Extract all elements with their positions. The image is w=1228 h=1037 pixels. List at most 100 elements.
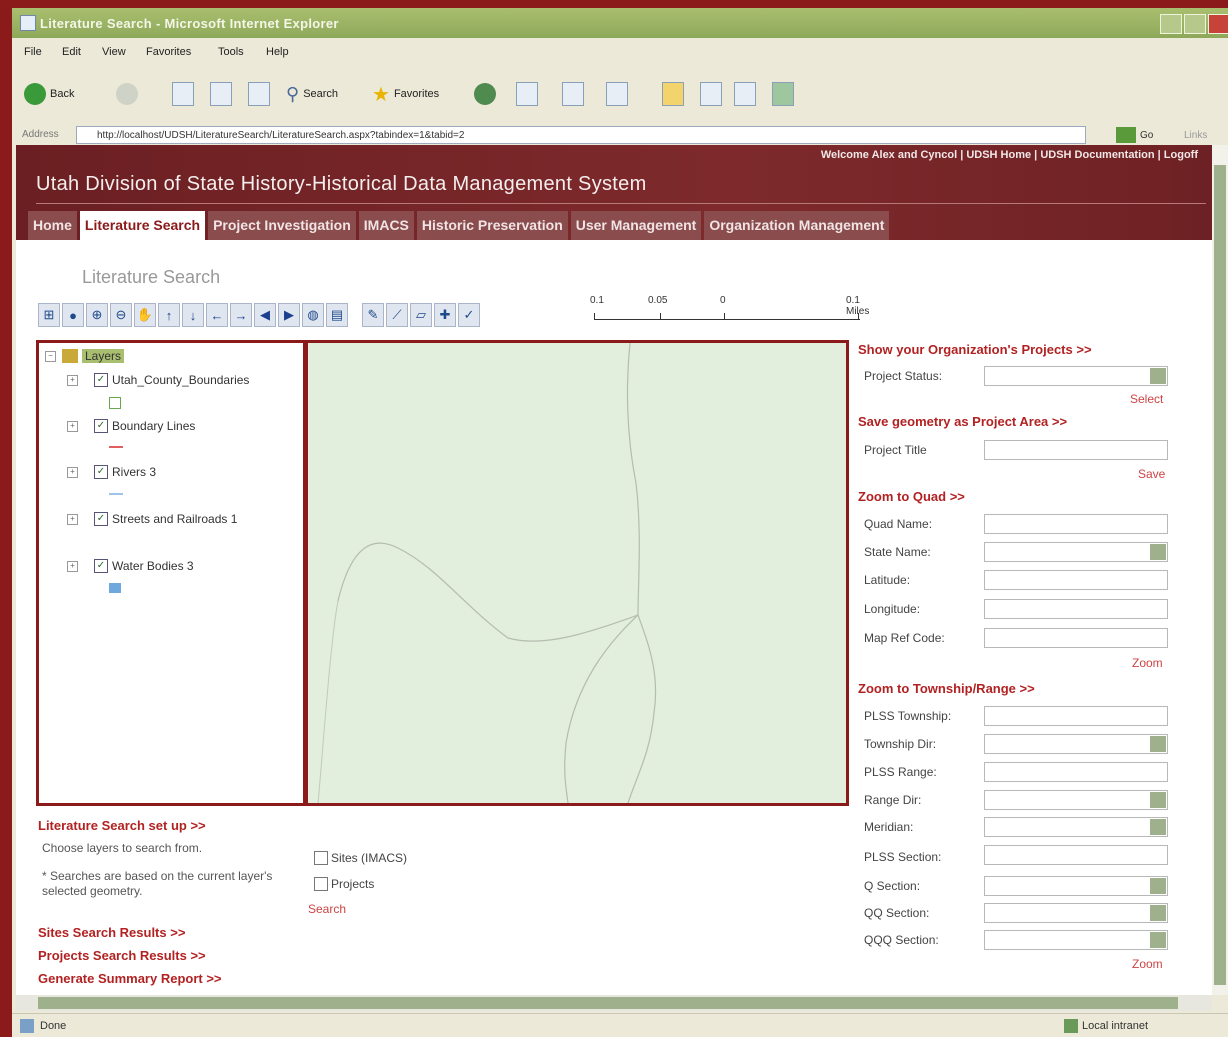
project-status-select[interactable]: [984, 366, 1168, 386]
zoom-in-icon[interactable]: ⊕: [86, 303, 108, 327]
select-link[interactable]: Select: [1130, 392, 1163, 406]
expand-icon[interactable]: +: [67, 374, 78, 386]
layer-item[interactable]: + ✓ Water Bodies 3: [67, 559, 194, 573]
zoom-township-link[interactable]: Zoom: [1132, 957, 1163, 971]
edit-button[interactable]: [606, 82, 628, 106]
pan-east-icon[interactable]: →: [230, 303, 252, 327]
layer-checkbox[interactable]: ✓: [94, 419, 108, 433]
next-extent-icon[interactable]: ▶: [278, 303, 300, 327]
previous-extent-icon[interactable]: ◀: [254, 303, 276, 327]
plss-section-input[interactable]: [984, 845, 1168, 865]
page-button[interactable]: [700, 82, 722, 106]
collapse-icon[interactable]: −: [45, 350, 56, 362]
close-button[interactable]: [1208, 14, 1228, 34]
search-link[interactable]: Search: [308, 902, 346, 916]
scroll-thumb[interactable]: [38, 997, 1178, 1009]
select-polygon-icon[interactable]: ▱: [410, 303, 432, 327]
select-point-icon[interactable]: ✎: [362, 303, 384, 327]
folder-button[interactable]: [662, 82, 684, 106]
menu-help[interactable]: Help: [266, 46, 289, 58]
go-button[interactable]: Go: [1140, 130, 1153, 141]
history-button[interactable]: [474, 82, 496, 106]
menu-view[interactable]: View: [102, 46, 126, 58]
map-ref-input[interactable]: [984, 628, 1168, 648]
select-feature-icon[interactable]: ✚: [434, 303, 456, 327]
township-dir-select[interactable]: [984, 734, 1168, 754]
sites-results-link[interactable]: Sites Search Results >>: [38, 925, 185, 940]
layer-checkbox[interactable]: ✓: [94, 512, 108, 526]
save-geometry-heading[interactable]: Save geometry as Project Area >>: [858, 414, 1067, 429]
full-extent-icon[interactable]: ⊞: [38, 303, 60, 327]
identify-icon[interactable]: ●: [62, 303, 84, 327]
menu-file[interactable]: File: [24, 46, 42, 58]
links-button[interactable]: Links: [1184, 130, 1207, 141]
refresh-button[interactable]: [210, 82, 232, 106]
layer-checkbox[interactable]: ✓: [94, 465, 108, 479]
measure-icon[interactable]: ▤: [326, 303, 348, 327]
tab-user-management[interactable]: User Management: [570, 211, 702, 240]
plss-township-input[interactable]: [984, 706, 1168, 726]
projects-results-link[interactable]: Projects Search Results >>: [38, 948, 206, 963]
minimize-button[interactable]: [1160, 14, 1182, 34]
sites-option[interactable]: Sites (IMACS): [314, 851, 407, 865]
expand-icon[interactable]: +: [67, 513, 78, 525]
quad-name-input[interactable]: [984, 514, 1168, 534]
favorites-button[interactable]: ★ Favorites: [372, 82, 439, 106]
zoom-out-icon[interactable]: ⊖: [110, 303, 132, 327]
home-button[interactable]: [248, 82, 270, 106]
layer-item[interactable]: + ✓ Streets and Railroads 1: [67, 512, 237, 526]
layer-checkbox[interactable]: ✓: [94, 559, 108, 573]
qqq-section-select[interactable]: [984, 930, 1168, 950]
search-button[interactable]: ⚲ Search: [286, 82, 338, 106]
select-line-icon[interactable]: ⟋: [386, 303, 408, 327]
scroll-thumb[interactable]: [1214, 165, 1226, 985]
go-icon[interactable]: [1116, 127, 1136, 143]
back-button[interactable]: Back: [24, 82, 74, 106]
pan-icon[interactable]: ✋: [134, 303, 156, 327]
projects-option[interactable]: Projects: [314, 877, 374, 891]
zoom-township-heading[interactable]: Zoom to Township/Range >>: [858, 681, 1035, 696]
pan-north-icon[interactable]: ↑: [158, 303, 180, 327]
layer-checkbox[interactable]: ✓: [94, 373, 108, 387]
expand-icon[interactable]: +: [67, 466, 78, 478]
tab-home[interactable]: Home: [28, 211, 77, 240]
range-dir-select[interactable]: [984, 790, 1168, 810]
stop-button[interactable]: [172, 82, 194, 106]
sites-checkbox[interactable]: [314, 851, 328, 865]
tab-project-investigation[interactable]: Project Investigation: [208, 211, 356, 240]
welcome-links[interactable]: Welcome Alex and Cyncol | UDSH Home | UD…: [821, 149, 1198, 161]
layer-root[interactable]: − Layers: [45, 349, 125, 363]
address-input[interactable]: http://localhost/UDSH/LiteratureSearch/L…: [76, 126, 1086, 144]
layer-item[interactable]: + ✓ Boundary Lines: [67, 419, 195, 433]
tab-organization-management[interactable]: Organization Management: [704, 211, 890, 240]
pan-south-icon[interactable]: ↓: [182, 303, 204, 327]
layer-item[interactable]: + ✓ Rivers 3: [67, 465, 156, 479]
zoom-quad-heading[interactable]: Zoom to Quad >>: [858, 489, 965, 504]
q-section-select[interactable]: [984, 876, 1168, 896]
save-link[interactable]: Save: [1138, 467, 1165, 481]
expand-icon[interactable]: +: [67, 560, 78, 572]
search-setup-heading[interactable]: Literature Search set up >>: [38, 818, 206, 833]
qq-section-select[interactable]: [984, 903, 1168, 923]
print-button[interactable]: [562, 82, 584, 106]
projects-checkbox[interactable]: [314, 877, 328, 891]
menu-edit[interactable]: Edit: [62, 46, 81, 58]
clear-selection-icon[interactable]: ✓: [458, 303, 480, 327]
layer-item[interactable]: + ✓ Utah_County_Boundaries: [67, 373, 249, 387]
horizontal-scrollbar[interactable]: [16, 995, 1212, 1011]
tab-imacs[interactable]: IMACS: [358, 211, 414, 240]
messenger-button[interactable]: [772, 82, 794, 106]
map-view[interactable]: [305, 340, 849, 806]
vertical-scrollbar[interactable]: [1212, 145, 1228, 995]
latitude-input[interactable]: [984, 570, 1168, 590]
menu-favorites[interactable]: Favorites: [146, 46, 191, 58]
meridian-select[interactable]: [984, 817, 1168, 837]
expand-icon[interactable]: +: [67, 420, 78, 432]
menu-tools[interactable]: Tools: [218, 46, 244, 58]
forward-button[interactable]: [116, 82, 138, 106]
zoom-quad-link[interactable]: Zoom: [1132, 656, 1163, 670]
research-button[interactable]: [734, 82, 756, 106]
summary-report-link[interactable]: Generate Summary Report >>: [38, 971, 222, 986]
state-name-select[interactable]: [984, 542, 1168, 562]
tab-literature-search[interactable]: Literature Search: [79, 211, 206, 240]
